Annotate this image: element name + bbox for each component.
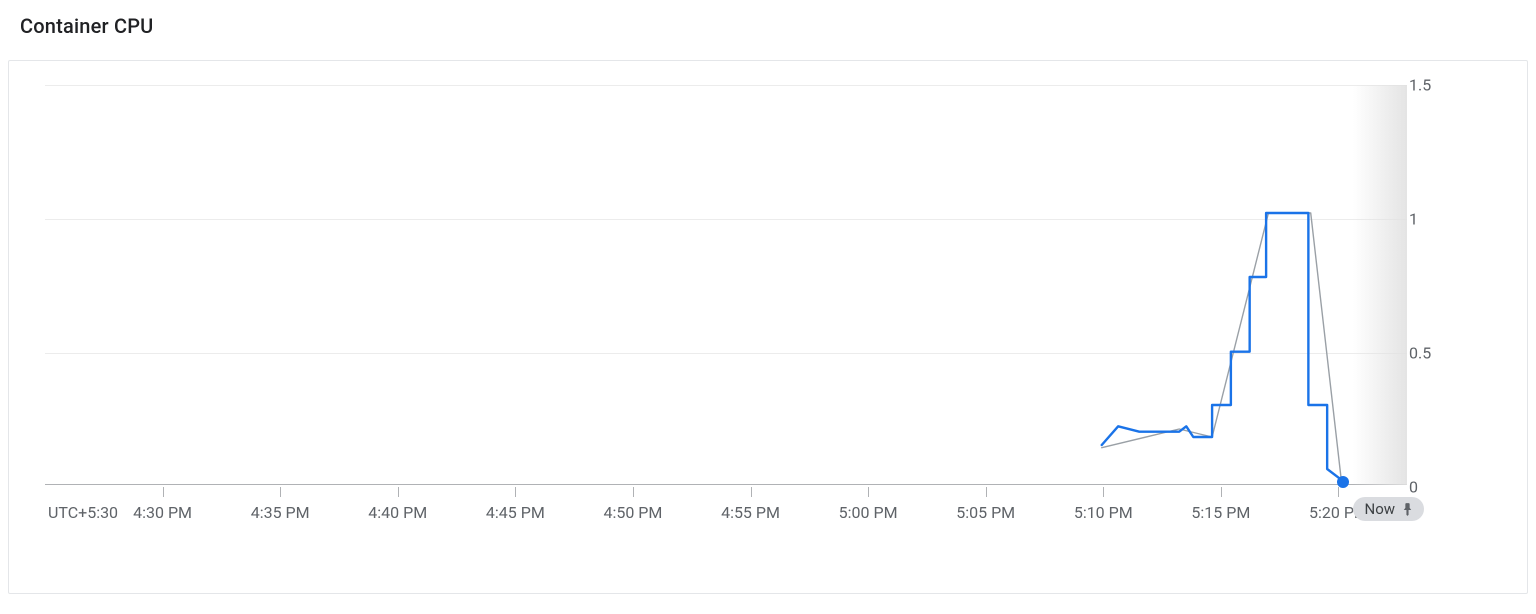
plot-area[interactable]	[45, 85, 1407, 485]
timezone-label: UTC+5:30	[48, 503, 118, 522]
x-tick	[868, 487, 869, 497]
series-layer	[45, 85, 1407, 485]
y-tick-label: 0.5	[1409, 344, 1449, 363]
y-tick-label: 1.5	[1409, 76, 1449, 95]
x-tick	[280, 487, 281, 497]
x-tick	[751, 487, 752, 497]
x-tick	[1221, 487, 1222, 497]
y-tick-label: 1	[1409, 210, 1449, 229]
x-axis-labels: UTC+5:30 4:30 PM 4:35 PM 4:40 PM 4:45 PM 4:5…	[45, 503, 1407, 527]
chart-panel: 0 0.5 1 1.5 UTC+5:30 4:30 PM 4:35 PM 4:40 PM 4…	[8, 60, 1528, 594]
chart-title: Container CPU	[20, 14, 153, 38]
x-tick-label: 5:10 PM	[1074, 503, 1133, 522]
x-tick	[163, 487, 164, 497]
x-tick	[398, 487, 399, 497]
x-tick	[633, 487, 634, 497]
x-tick-label: 4:55 PM	[721, 503, 780, 522]
x-tick	[515, 487, 516, 497]
chart-card: Container CPU 0 0.5 1 1.5 UTC+5:30 4:30 PM 4…	[0, 0, 1536, 614]
x-tick-label: 5:05 PM	[956, 503, 1015, 522]
x-tick-label: 4:45 PM	[486, 503, 545, 522]
pin-icon	[1401, 502, 1414, 517]
x-tick	[1103, 487, 1104, 497]
series-cpu-trend	[1102, 213, 1342, 480]
x-tick-label: 5:00 PM	[839, 503, 898, 522]
x-axis-ticks	[45, 487, 1407, 497]
x-tick-label: 4:50 PM	[603, 503, 662, 522]
x-tick-label: 4:30 PM	[133, 503, 192, 522]
y-axis-labels: 00.511.5	[1409, 85, 1449, 485]
now-chip-label: Now	[1365, 500, 1396, 518]
x-tick	[1338, 487, 1339, 497]
now-marker-dot	[1337, 476, 1349, 488]
x-tick-label: 4:40 PM	[368, 503, 427, 522]
now-chip[interactable]: Now	[1353, 497, 1425, 521]
y-tick-label: 0	[1409, 478, 1449, 497]
x-tick-label: 4:35 PM	[251, 503, 310, 522]
x-tick	[986, 487, 987, 497]
x-tick-label: 5:15 PM	[1191, 503, 1250, 522]
